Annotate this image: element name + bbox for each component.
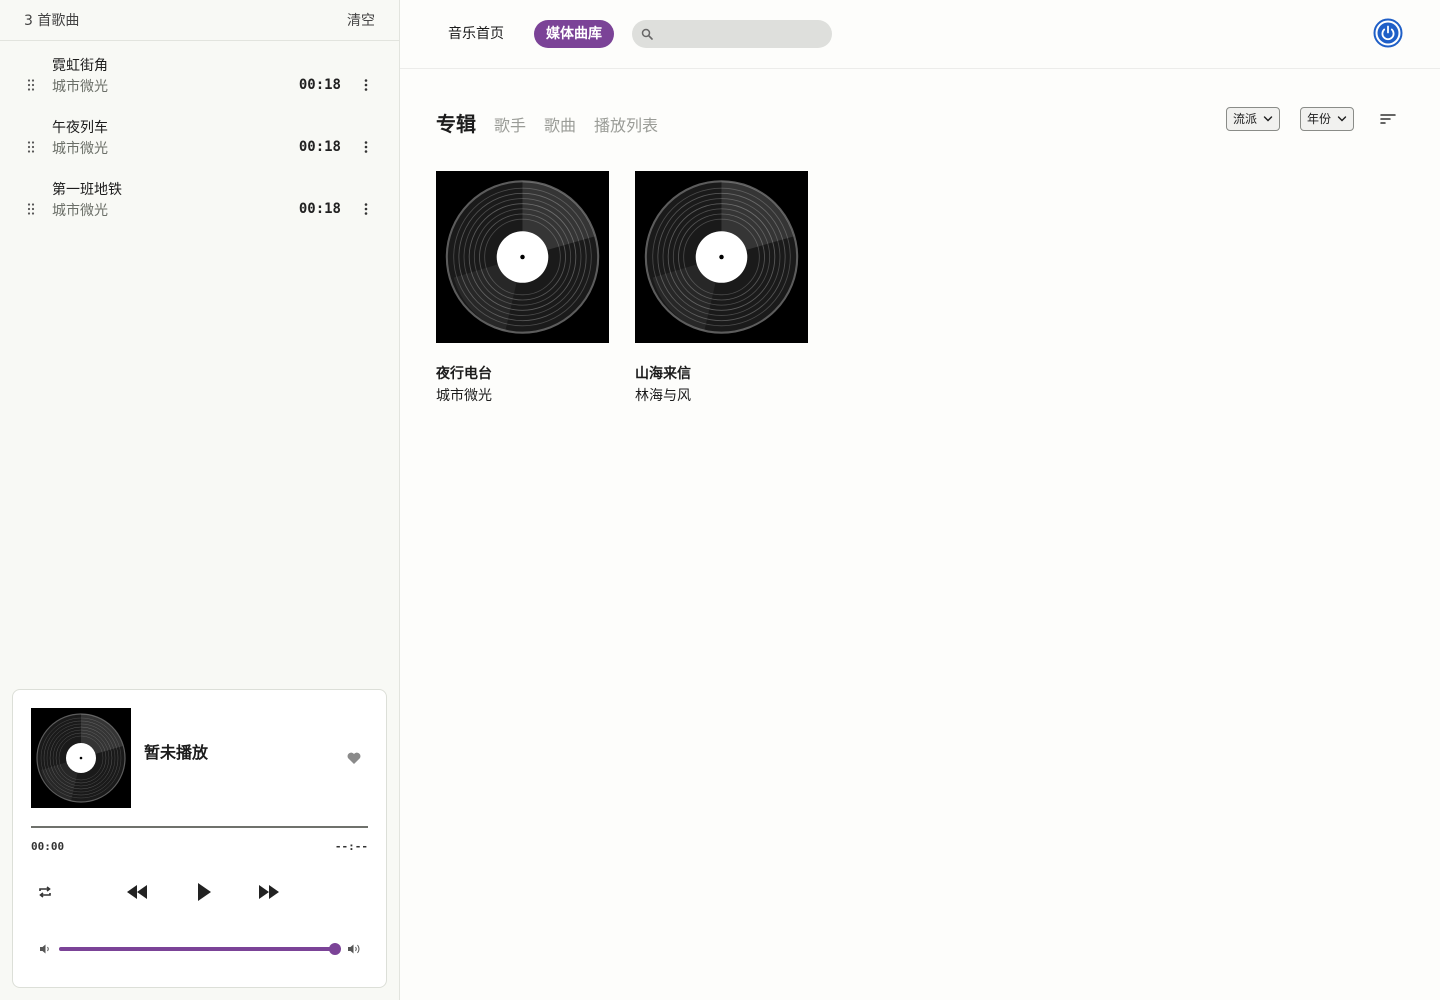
album-artist[interactable]: 林海与风 — [635, 384, 809, 408]
track-duration: 00:18 — [298, 139, 341, 155]
track-text: 第一班地铁 城市微光 — [52, 180, 122, 222]
album-title[interactable]: 山海来信 — [635, 364, 809, 384]
track-duration: 00:18 — [298, 77, 341, 93]
year-filter-label: 年份 — [1307, 112, 1332, 126]
queue-item[interactable]: 第一班地铁 城市微光 00:18 — [0, 178, 399, 240]
album-cover-art[interactable] — [635, 171, 808, 343]
track-artist: 城市微光 — [52, 203, 108, 219]
total-time: --:-- — [334, 840, 368, 853]
track-text: 午夜列车 城市微光 — [52, 118, 108, 160]
fast-forward-icon[interactable] — [257, 883, 281, 901]
track-title: 霓虹街角 — [52, 58, 108, 74]
tab-songs[interactable]: 歌曲 — [544, 112, 576, 136]
tab-artists[interactable]: 歌手 — [494, 112, 526, 136]
track-artist: 城市微光 — [52, 141, 108, 157]
search-input[interactable] — [658, 20, 826, 48]
nav-music-home[interactable]: 音乐首页 — [436, 20, 516, 48]
top-bar: 音乐首页 媒体曲库 — [400, 0, 1440, 69]
rewind-icon[interactable] — [125, 883, 149, 901]
player-cover-art — [31, 708, 131, 808]
drag-handle-icon[interactable] — [26, 78, 36, 92]
queue-item[interactable]: 午夜列车 城市微光 00:18 — [0, 116, 399, 178]
volume-knob[interactable] — [329, 943, 341, 955]
queue-header: 3 首歌曲 清空 — [0, 0, 399, 41]
drag-handle-icon[interactable] — [26, 140, 36, 154]
album-artist[interactable]: 城市微光 — [436, 384, 610, 408]
album-card[interactable]: 山海来信 林海与风 — [635, 171, 809, 408]
album-cover-art[interactable] — [436, 171, 609, 343]
track-duration: 00:18 — [298, 201, 341, 217]
genre-filter-select[interactable]: 流派 — [1226, 107, 1281, 131]
library-tabs: 专辑 歌手 歌曲 播放列表 — [436, 108, 676, 137]
search-box[interactable] — [632, 20, 832, 48]
sort-icon[interactable] — [1380, 112, 1396, 126]
clear-queue-button[interactable]: 清空 — [347, 10, 375, 30]
drag-handle-icon[interactable] — [26, 202, 36, 216]
track-artist: 城市微光 — [52, 79, 108, 95]
tab-albums[interactable]: 专辑 — [436, 108, 476, 137]
app-window: 3 首歌曲 清空 霓虹街角 城市微光 00:18 午夜列车 城市微光 00:18 — [0, 0, 1440, 1000]
more-vertical-icon[interactable] — [361, 78, 371, 92]
nav-media-library[interactable]: 媒体曲库 — [534, 20, 614, 48]
volume-fill — [59, 947, 335, 951]
chevron-down-icon — [1263, 115, 1273, 123]
track-title: 第一班地铁 — [52, 182, 122, 198]
repeat-icon[interactable] — [37, 884, 53, 900]
now-playing-title: 暂未播放 — [144, 743, 209, 762]
queue-count: 3 首歌曲 — [24, 13, 80, 29]
track-title: 午夜列车 — [52, 120, 108, 136]
volume-slider[interactable] — [59, 943, 341, 955]
more-vertical-icon[interactable] — [361, 140, 371, 154]
year-filter-select[interactable]: 年份 — [1300, 107, 1355, 131]
volume-low-icon[interactable] — [39, 943, 51, 955]
track-text: 霓虹街角 城市微光 — [52, 56, 108, 98]
queue-sidebar: 3 首歌曲 清空 霓虹街角 城市微光 00:18 午夜列车 城市微光 00:18 — [0, 0, 400, 1000]
album-title[interactable]: 夜行电台 — [436, 364, 610, 384]
tab-playlists[interactable]: 播放列表 — [594, 112, 658, 136]
progress-bar[interactable] — [31, 826, 368, 828]
heart-icon[interactable] — [346, 750, 362, 766]
power-icon[interactable] — [1373, 18, 1403, 48]
current-time: 00:00 — [31, 840, 65, 853]
more-vertical-icon[interactable] — [361, 202, 371, 216]
queue-list: 霓虹街角 城市微光 00:18 午夜列车 城市微光 00:18 第一班地铁 城市… — [0, 41, 399, 240]
chevron-down-icon — [1337, 115, 1347, 123]
queue-item[interactable]: 霓虹街角 城市微光 00:18 — [0, 54, 399, 116]
album-card[interactable]: 夜行电台 城市微光 — [436, 171, 610, 408]
volume-high-icon[interactable] — [347, 942, 361, 956]
play-icon[interactable] — [196, 882, 212, 902]
now-playing-card: 暂未播放 00:00 --:-- — [12, 689, 387, 988]
search-icon — [641, 28, 653, 40]
genre-filter-label: 流派 — [1233, 112, 1258, 126]
main-panel: 音乐首页 媒体曲库 专辑 歌手 歌曲 播放列表 流派 年份 夜行电台 城市微光 … — [400, 0, 1440, 1000]
